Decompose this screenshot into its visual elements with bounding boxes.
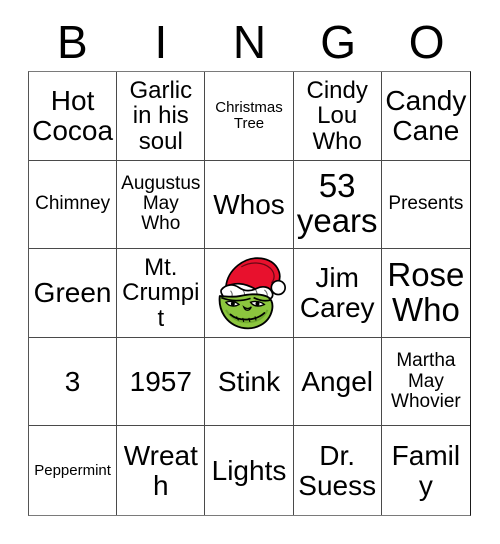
bingo-cell[interactable]: Angel: [293, 337, 382, 427]
bingo-cell[interactable]: Hot Cocoa: [29, 72, 118, 161]
bingo-cell[interactable]: [205, 249, 294, 338]
bingo-cell-label: Martha May Whovier: [391, 350, 461, 412]
bingo-header-letter-i: I: [154, 16, 168, 68]
bingo-cell-label: Stink: [217, 365, 281, 397]
bingo-cell-label: Cindy Lou Who: [306, 76, 368, 155]
bingo-cell[interactable]: Cindy Lou Who: [293, 72, 382, 161]
bingo-cell[interactable]: Christmas Tree: [205, 72, 294, 161]
bingo-cell-label: Christmas Tree: [215, 98, 283, 132]
grinch-santa-hat-icon: [210, 253, 288, 333]
bingo-cell-label: 1957: [129, 365, 192, 397]
bingo-cell-label: Presents: [388, 193, 464, 215]
bingo-cell-label: Whos: [213, 188, 285, 220]
bingo-cell-label: Hot Cocoa: [32, 85, 114, 146]
bingo-cell-label: Lights: [211, 454, 287, 486]
bingo-cell-label: Angel: [301, 365, 373, 397]
bingo-header-letter-o: O: [408, 16, 445, 68]
bingo-cell-label: Garlic in his soul: [129, 76, 193, 155]
bingo-header-row: B I N G O: [28, 14, 471, 70]
bingo-cell[interactable]: 3: [29, 337, 118, 427]
bingo-header-letter-n: N: [232, 16, 267, 68]
bingo-header-letter-g: G: [320, 16, 356, 68]
bingo-header-letter-b: B: [56, 16, 88, 68]
grinch-face-svg: [218, 257, 286, 330]
bingo-cell[interactable]: Chimney: [29, 160, 118, 250]
bingo-cell[interactable]: Stink: [205, 337, 294, 427]
bingo-cell[interactable]: 53 years: [293, 160, 382, 250]
bingo-cell[interactable]: Augustus May Who: [117, 160, 206, 250]
bingo-cell-label: Wreath: [123, 440, 198, 501]
bingo-cell-label: Candy Cane: [385, 85, 467, 146]
bingo-cell-label: Peppermint: [34, 461, 111, 479]
bingo-cell-label: 3: [64, 365, 81, 397]
bingo-cell[interactable]: Dr. Suess: [293, 426, 382, 515]
bingo-card: B I N G O Hot Cocoa Garlic in his soul Chr…: [0, 0, 500, 544]
bingo-cell-label: Augustus May Who: [121, 173, 201, 235]
bingo-cell-label: Green: [33, 277, 112, 309]
bingo-cell[interactable]: Garlic in his soul: [117, 72, 206, 161]
bingo-cell-label: 53 years: [296, 167, 378, 240]
bingo-cell[interactable]: Whos: [205, 160, 294, 250]
bingo-cell[interactable]: Rose Who: [381, 249, 470, 338]
bingo-cell[interactable]: Martha May Whovier: [381, 337, 470, 427]
bingo-cell-label: Family: [391, 440, 461, 501]
bingo-cell-label: Jim Carey: [299, 262, 375, 323]
bingo-cell[interactable]: Green: [29, 249, 118, 338]
bingo-cell[interactable]: Family: [381, 426, 470, 515]
bingo-cell-label: Dr. Suess: [298, 440, 377, 501]
bingo-cell-label: Mt. Crumpit: [122, 253, 200, 332]
bingo-cell[interactable]: Lights: [205, 426, 294, 515]
bingo-cell[interactable]: Mt. Crumpit: [117, 249, 206, 338]
bingo-cell[interactable]: 1957: [117, 337, 206, 427]
bingo-cell[interactable]: Jim Carey: [293, 249, 382, 338]
bingo-cell[interactable]: Wreath: [117, 426, 206, 515]
bingo-cell-label: Chimney: [35, 193, 111, 215]
bingo-cell[interactable]: Peppermint: [29, 426, 118, 515]
bingo-cell[interactable]: Presents: [381, 160, 470, 250]
bingo-cell[interactable]: Candy Cane: [381, 72, 470, 161]
bingo-grid: Hot Cocoa Garlic in his soul Christmas Tre…: [28, 71, 471, 516]
bingo-cell-label: Rose Who: [387, 256, 465, 328]
